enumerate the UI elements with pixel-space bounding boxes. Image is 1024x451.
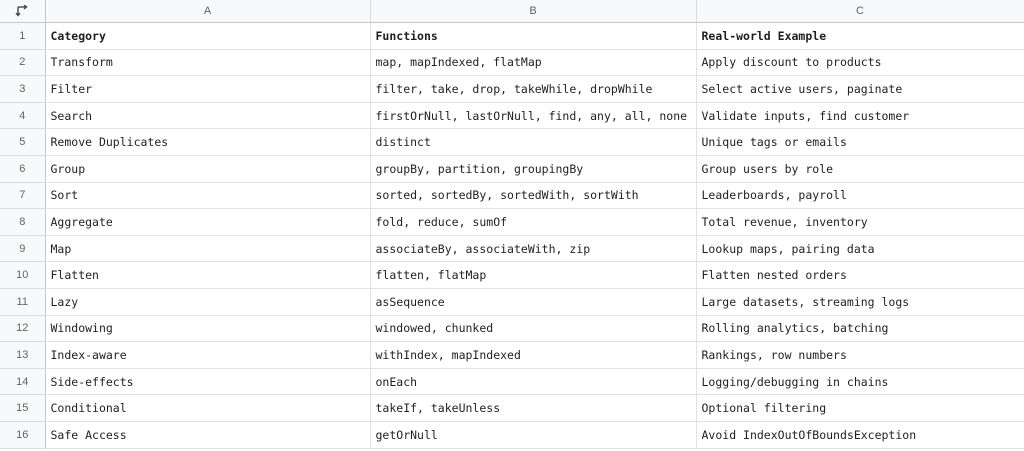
cell-category[interactable]: Group xyxy=(45,155,371,183)
cell-example[interactable]: Unique tags or emails xyxy=(696,128,1024,156)
row-header[interactable]: 13 xyxy=(0,341,46,369)
table-row: 14 Side-effects onEach Logging/debugging in… xyxy=(0,368,1024,396)
cell-category[interactable]: Index-aware xyxy=(45,341,371,369)
cell-category[interactable]: Category xyxy=(45,22,371,50)
spreadsheet-grid: A B C 1 Category Functions Real-world Examp… xyxy=(0,0,1024,451)
grid-body: 1 Category Functions Real-world Example 2 Tra… xyxy=(0,22,1024,449)
table-row: 6 Group groupBy, partition, groupingBy Grou… xyxy=(0,155,1024,183)
cell-functions[interactable]: flatten, flatMap xyxy=(370,261,697,289)
cell-example[interactable]: Rolling analytics, batching xyxy=(696,315,1024,343)
table-row: 10 Flatten flatten, flatMap Flatten nested … xyxy=(0,261,1024,289)
cell-example[interactable]: Logging/debugging in chains xyxy=(696,368,1024,396)
cell-functions[interactable]: groupBy, partition, groupingBy xyxy=(370,155,697,183)
cell-category[interactable]: Remove Duplicates xyxy=(45,128,371,156)
table-row: 12 Windowing windowed, chunked Rolling anal… xyxy=(0,315,1024,343)
row-header[interactable]: 4 xyxy=(0,102,46,130)
cell-functions[interactable]: takeIf, takeUnless xyxy=(370,394,697,422)
row-header[interactable]: 2 xyxy=(0,49,46,77)
cell-example[interactable]: Real-world Example xyxy=(696,22,1024,50)
row-header[interactable]: 10 xyxy=(0,261,46,289)
table-row: 11 Lazy asSequence Large datasets, streamin… xyxy=(0,288,1024,316)
cell-example[interactable]: Select active users, paginate xyxy=(696,75,1024,103)
swap-arrows-icon xyxy=(15,4,29,17)
table-row: 15 Conditional takeIf, takeUnless Optional … xyxy=(0,394,1024,422)
cell-functions[interactable]: fold, reduce, sumOf xyxy=(370,208,697,236)
row-header[interactable]: 8 xyxy=(0,208,46,236)
cell-category[interactable]: Filter xyxy=(45,75,371,103)
table-row: 7 Sort sorted, sortedBy, sortedWith, sortW… xyxy=(0,182,1024,210)
row-header[interactable]: 11 xyxy=(0,288,46,316)
row-header[interactable]: 5 xyxy=(0,128,46,156)
cell-functions[interactable]: distinct xyxy=(370,128,697,156)
select-all-corner[interactable] xyxy=(0,0,46,23)
table-row: 16 Safe Access getOrNull Avoid IndexOutOfBo… xyxy=(0,421,1024,449)
cell-example[interactable]: Rankings, row numbers xyxy=(696,341,1024,369)
table-row: 2 Transform map, mapIndexed, flatMap Apply … xyxy=(0,49,1024,77)
cell-functions[interactable]: filter, take, drop, takeWhile, dropWhile xyxy=(370,75,697,103)
cell-category[interactable]: Flatten xyxy=(45,261,371,289)
row-header[interactable]: 7 xyxy=(0,182,46,210)
table-row: 9 Map associateBy, associateWith, zip Looku… xyxy=(0,235,1024,263)
cell-example[interactable]: Optional filtering xyxy=(696,394,1024,422)
cell-example[interactable]: Leaderboards, payroll xyxy=(696,182,1024,210)
row-header[interactable]: 3 xyxy=(0,75,46,103)
table-row: 5 Remove Duplicates distinct Unique tags or… xyxy=(0,128,1024,156)
table-row: 3 Filter filter, take, drop, takeWhile, dr… xyxy=(0,75,1024,103)
table-row: 8 Aggregate fold, reduce, sumOf Total reven… xyxy=(0,208,1024,236)
cell-functions[interactable]: getOrNull xyxy=(370,421,697,449)
row-header[interactable]: 16 xyxy=(0,421,46,449)
cell-example[interactable]: Avoid IndexOutOfBoundsException xyxy=(696,421,1024,449)
cell-functions[interactable]: map, mapIndexed, flatMap xyxy=(370,49,697,77)
column-header-row: A B C xyxy=(0,0,1024,23)
row-header[interactable]: 6 xyxy=(0,155,46,183)
cell-example[interactable]: Apply discount to products xyxy=(696,49,1024,77)
cell-functions[interactable]: onEach xyxy=(370,368,697,396)
cell-functions[interactable]: associateBy, associateWith, zip xyxy=(370,235,697,263)
cell-category[interactable]: Map xyxy=(45,235,371,263)
cell-category[interactable]: Transform xyxy=(45,49,371,77)
data-table: A B C 1 Category Functions Real-world Examp… xyxy=(0,0,1024,449)
cell-functions[interactable]: Functions xyxy=(370,22,697,50)
row-header[interactable]: 9 xyxy=(0,235,46,263)
cell-category[interactable]: Windowing xyxy=(45,315,371,343)
table-row: 4 Search firstOrNull, lastOrNull, find, an… xyxy=(0,102,1024,130)
cell-functions[interactable]: windowed, chunked xyxy=(370,315,697,343)
cell-category[interactable]: Lazy xyxy=(45,288,371,316)
cell-functions[interactable]: sorted, sortedBy, sortedWith, sortWith xyxy=(370,182,697,210)
cell-category[interactable]: Aggregate xyxy=(45,208,371,236)
column-header-b[interactable]: B xyxy=(370,0,697,23)
cell-functions[interactable]: firstOrNull, lastOrNull, find, any, all,… xyxy=(370,102,697,130)
cell-example[interactable]: Validate inputs, find customer xyxy=(696,102,1024,130)
cell-example[interactable]: Lookup maps, pairing data xyxy=(696,235,1024,263)
cell-category[interactable]: Conditional xyxy=(45,394,371,422)
cell-category[interactable]: Search xyxy=(45,102,371,130)
column-header-a[interactable]: A xyxy=(45,0,371,23)
cell-example[interactable]: Flatten nested orders xyxy=(696,261,1024,289)
row-header[interactable]: 15 xyxy=(0,394,46,422)
cell-category[interactable]: Side-effects xyxy=(45,368,371,396)
cell-functions[interactable]: asSequence xyxy=(370,288,697,316)
header-row: 1 Category Functions Real-world Example xyxy=(0,22,1024,50)
cell-category[interactable]: Safe Access xyxy=(45,421,371,449)
cell-example[interactable]: Total revenue, inventory xyxy=(696,208,1024,236)
row-header[interactable]: 14 xyxy=(0,368,46,396)
cell-example[interactable]: Large datasets, streaming logs xyxy=(696,288,1024,316)
table-row: 13 Index-aware withIndex, mapIndexed Rankin… xyxy=(0,341,1024,369)
row-header[interactable]: 1 xyxy=(0,22,46,50)
row-header[interactable]: 12 xyxy=(0,315,46,343)
cell-category[interactable]: Sort xyxy=(45,182,371,210)
cell-functions[interactable]: withIndex, mapIndexed xyxy=(370,341,697,369)
column-header-c[interactable]: C xyxy=(696,0,1024,23)
cell-example[interactable]: Group users by role xyxy=(696,155,1024,183)
